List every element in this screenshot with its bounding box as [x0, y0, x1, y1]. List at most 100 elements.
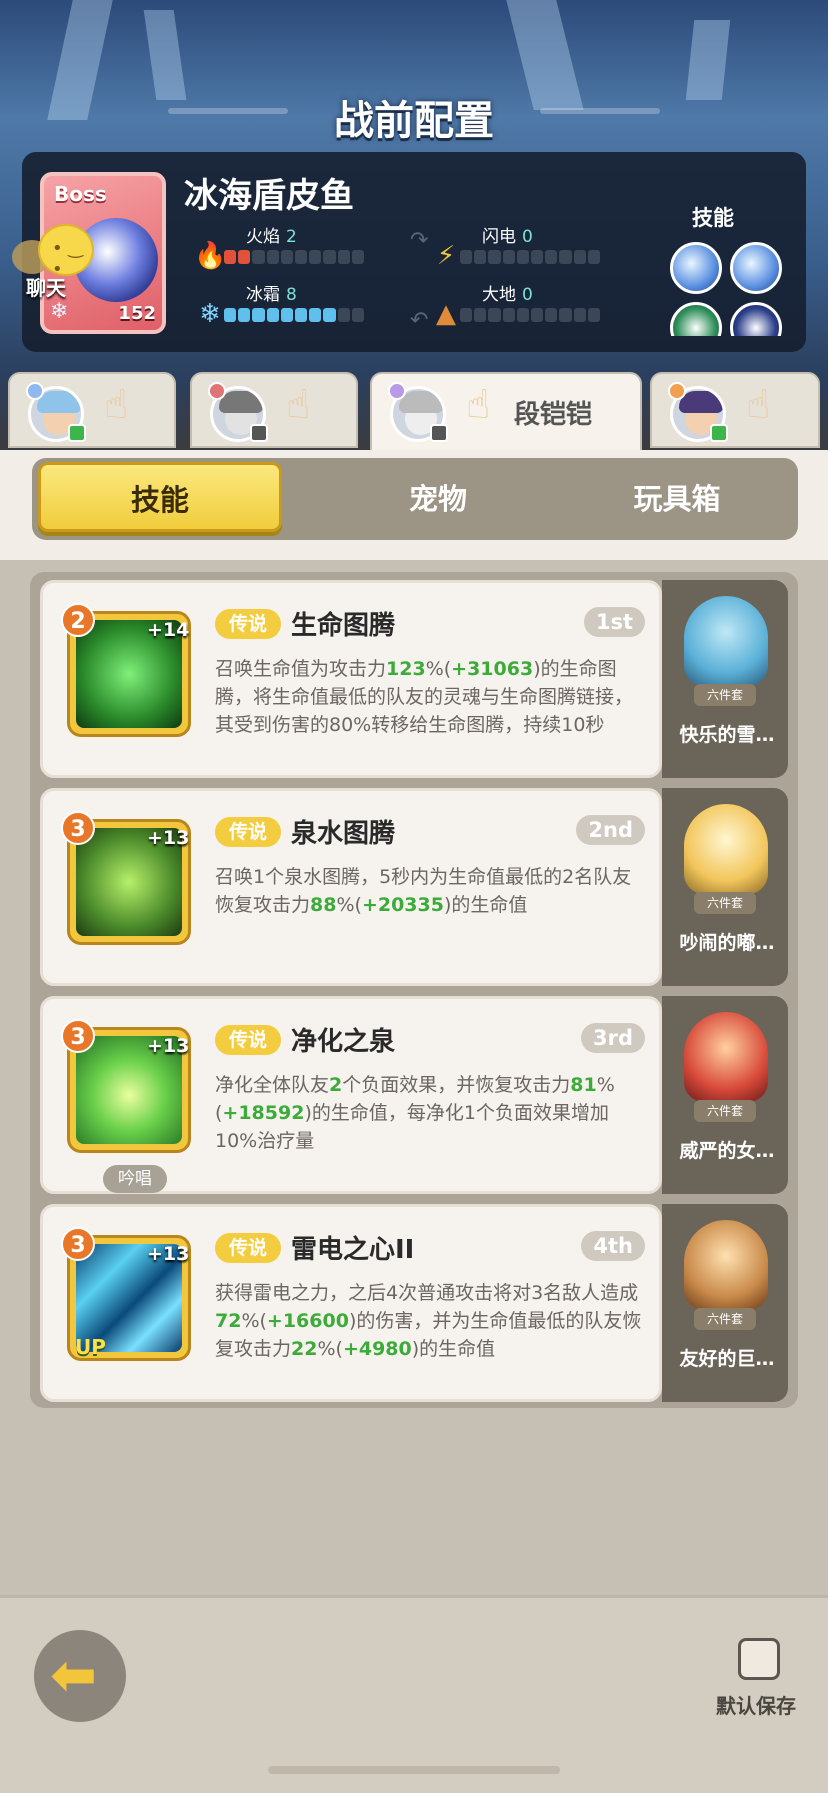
player-class-icon — [668, 382, 686, 400]
skill-title: 生命图腾 — [291, 611, 396, 641]
tab-toybox[interactable]: 玩具箱 — [562, 458, 792, 540]
skill-list: 2 +14 传说 生命图腾 1st 召唤生命值为攻击力123%(+31063)的… — [30, 572, 798, 1408]
stat-bar-segment — [573, 308, 586, 322]
skill-row[interactable]: 3 +13 UP 传说 雷电之心II 4th 获得雷电之力，之后4次普通攻击将对… — [40, 1204, 788, 1402]
tab-pets[interactable]: 宠物 — [318, 458, 558, 540]
skill-rank: 3rd — [580, 1023, 645, 1053]
skill-level: 2 — [61, 603, 95, 637]
boss-skill-hidden-icon[interactable] — [670, 302, 722, 336]
stat-bar-segment — [238, 250, 251, 264]
skill-row[interactable]: 3 +13 传说 泉水图腾 2nd 召唤1个泉水图腾，5秒内为生命值最低的2名队… — [40, 788, 788, 986]
skill-desc-text: %( — [317, 1338, 343, 1360]
player-tab-3[interactable]: ☝ 段铠铠 — [370, 372, 642, 462]
stat-bar-segment — [559, 250, 572, 264]
skill-stat-value: 81 — [570, 1074, 597, 1096]
stat-bar-segment — [224, 250, 237, 264]
boss-skills-label: 技能 — [692, 206, 734, 230]
stat-bar-segment — [502, 308, 515, 322]
pet-card[interactable]: 六件套 友好的巨… — [662, 1204, 788, 1402]
boss-skill-wave-icon[interactable] — [730, 242, 782, 294]
online-badge — [68, 424, 86, 442]
pet-card[interactable]: 六件套 吵闹的嘟… — [662, 788, 788, 986]
skill-desc-text: 净化全体队友 — [215, 1074, 330, 1096]
pet-set-badge: 六件套 — [694, 892, 756, 914]
stat-bar-segment — [587, 250, 601, 264]
stat-bar-segment — [351, 250, 365, 264]
skill-card[interactable]: 3 +13 吟唱 传说 净化之泉 3rd 净化全体队友2个负面效果，并恢复攻击力… — [40, 996, 662, 1194]
stat-bar-segment — [280, 250, 294, 264]
skill-row[interactable]: 3 +13 吟唱 传说 净化之泉 3rd 净化全体队友2个负面效果，并恢复攻击力… — [40, 996, 788, 1194]
skill-desc-text: %( — [241, 1310, 267, 1332]
boss-panel: Boss ❄ 152 冰海盾皮鱼 火焰 2 🔥 冰霜 8 ❄ ↷ ↶ 闪电 0 ⚡ 大… — [22, 152, 806, 352]
pet-card[interactable]: 六件套 威严的女… — [662, 996, 788, 1194]
skill-title: 泉水图腾 — [291, 819, 396, 849]
skill-desc-text: 召唤生命值为攻击力 — [215, 658, 387, 680]
category-tabs: 技能 宠物 玩具箱 — [32, 458, 798, 540]
stat-fire-value: 2 — [286, 227, 297, 247]
stat-bar-segment — [266, 250, 279, 264]
skill-enhance: +13 — [147, 1035, 190, 1057]
skill-card[interactable]: 2 +14 传说 生命图腾 1st 召唤生命值为攻击力123%(+31063)的… — [40, 580, 662, 778]
skill-row[interactable]: 2 +14 传说 生命图腾 1st 召唤生命值为攻击力123%(+31063)的… — [40, 580, 788, 778]
earth-icon: ▲ — [436, 299, 456, 329]
player-tab-4[interactable]: ☝ — [650, 372, 820, 448]
skill-desc-text: %( — [336, 894, 362, 916]
stat-bar-segment — [295, 308, 308, 322]
boss-tag: Boss — [54, 182, 107, 206]
rarity-badge: 传说 — [215, 1025, 281, 1055]
skill-card[interactable]: 3 +13 UP 传说 雷电之心II 4th 获得雷电之力，之后4次普通攻击将对… — [40, 1204, 662, 1402]
chant-badge: 吟唱 — [103, 1165, 167, 1193]
stat-bar-segment — [545, 308, 558, 322]
skill-desc-text: 获得雷电之力，之后4次普通攻击将对3名敌人造成 — [215, 1282, 639, 1304]
stat-earth-label: 大地 — [482, 285, 516, 305]
stat-earth: 大地 0 ▲ — [430, 280, 630, 329]
boss-skill-crystal-icon[interactable] — [670, 242, 722, 294]
stat-ice: 冰霜 8 ❄ — [194, 280, 394, 329]
skill-description: 净化全体队友2个负面效果，并恢复攻击力81%(+18592)的生命值，每净化1个… — [215, 1071, 645, 1155]
back-arrow-icon: ⬅ — [50, 1643, 97, 1708]
skill-level: 3 — [61, 1227, 95, 1261]
skill-enhance: +14 — [147, 619, 190, 641]
stat-bar-segment — [252, 308, 265, 322]
pet-set-badge: 六件套 — [694, 1100, 756, 1122]
skill-stat-value: 72 — [215, 1310, 242, 1332]
skill-title: 雷电之心II — [291, 1235, 415, 1265]
stat-bar-segment — [337, 308, 350, 322]
stat-fire-bar — [224, 250, 365, 264]
skill-stat-value: 22 — [291, 1338, 318, 1360]
stat-bar-segment — [474, 308, 487, 322]
skill-rank: 2nd — [576, 815, 645, 845]
pointing-hand-icon: ☝ — [746, 382, 771, 428]
home-indicator[interactable] — [268, 1766, 560, 1774]
upgrade-badge: UP — [75, 1335, 106, 1359]
skill-card[interactable]: 3 +13 传说 泉水图腾 2nd 召唤1个泉水图腾，5秒内为生命值最低的2名队… — [40, 788, 662, 986]
player-tab-2[interactable]: ☝ — [190, 372, 358, 448]
chat-button[interactable]: • ‿ • 聊天 — [12, 224, 96, 304]
skill-level: 3 — [61, 811, 95, 845]
boss-skill-hidden-icon[interactable] — [730, 302, 782, 336]
tab-skills[interactable]: 技能 — [38, 462, 282, 532]
stat-bar-segment — [460, 308, 473, 322]
skill-enhance: +13 — [147, 827, 190, 849]
stat-bar-segment — [516, 250, 530, 264]
skill-rank: 1st — [583, 607, 645, 637]
back-button[interactable]: ⬅ — [34, 1630, 126, 1722]
stat-bar-segment — [559, 308, 572, 322]
stat-bar-segment — [280, 308, 294, 322]
stat-bar-segment — [309, 308, 322, 322]
pet-name: 吵闹的嘟… — [679, 932, 775, 954]
skill-stat-value: 88 — [310, 894, 337, 916]
pet-name: 快乐的雪… — [679, 724, 775, 746]
stat-bar-segment — [323, 308, 336, 322]
skill-rank: 4th — [581, 1231, 645, 1261]
stat-bar-segment — [351, 308, 365, 322]
pet-portrait — [684, 1220, 768, 1310]
pet-card[interactable]: 六件套 快乐的雪… — [662, 580, 788, 778]
default-save-checkbox[interactable] — [738, 1638, 780, 1680]
pointing-hand-icon: ☝ — [286, 382, 311, 428]
skill-desc-text: )的生命值 — [411, 1338, 496, 1360]
stat-ice-bar — [224, 308, 365, 322]
skill-stat-value: +20335 — [361, 894, 444, 916]
skill-stat-value: +16600 — [266, 1310, 349, 1332]
player-tab-1[interactable]: ☝ — [8, 372, 176, 448]
